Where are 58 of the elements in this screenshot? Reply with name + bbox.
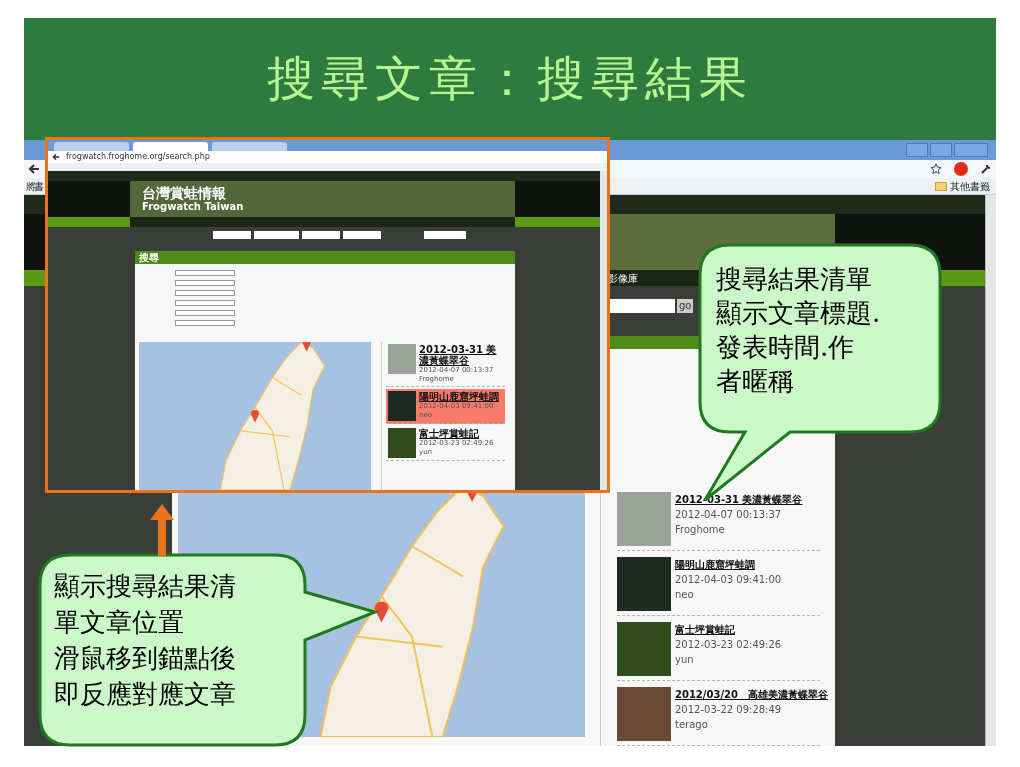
close-icon[interactable]	[954, 143, 988, 157]
article-title-link[interactable]: 富士坪賞蛙記	[419, 428, 494, 439]
dropdown[interactable]	[254, 231, 299, 239]
article-title-link[interactable]: 2012/03/20 高雄美濃黃蝶翠谷	[675, 687, 828, 702]
photo-placeholder	[388, 391, 416, 421]
wrench-icon[interactable]	[980, 163, 992, 175]
minimize-icon[interactable]	[906, 143, 928, 157]
callout-text: 搜尋結果清單 顯示文章標題. 發表時間.作 者暱稱	[716, 263, 881, 398]
photo-placeholder	[617, 622, 671, 676]
article-author: yun	[675, 653, 695, 667]
article-date: 2012-03-22 09:28:49	[675, 703, 783, 717]
round-logo-icon[interactable]	[954, 162, 968, 176]
address-bar[interactable]: frogwatch.froghome.org/search.php	[66, 152, 210, 163]
dropdown[interactable]	[302, 231, 340, 239]
article-author: Froghome	[675, 523, 726, 537]
bookmark-folder[interactable]: 其他書籤	[950, 178, 990, 194]
back-arrow-icon[interactable]	[28, 163, 40, 175]
bookmark-bar-text: 將書	[26, 179, 42, 194]
up-arrow	[150, 504, 174, 556]
browser-tab[interactable]	[212, 142, 287, 152]
search-field[interactable]	[608, 298, 675, 313]
form-field[interactable]	[175, 320, 235, 326]
photo-placeholder	[617, 687, 671, 741]
go-button[interactable]: go	[677, 298, 694, 313]
article-date: 2012-03-23 02:49:26	[675, 638, 782, 652]
callout-text: 顯示搜尋結果清 單文章位置 滑鼠移到錨點後 即反應對應文章	[54, 570, 236, 711]
panel-title: 搜尋	[139, 251, 159, 264]
scrollbar[interactable]	[985, 195, 996, 746]
photo-placeholder	[388, 344, 416, 374]
search-field[interactable]	[424, 231, 466, 239]
dropdown[interactable]	[343, 231, 381, 239]
article-title-link[interactable]: 2012-03-31 美濃黃蝶翠谷	[419, 344, 503, 366]
photo-placeholder	[388, 428, 416, 458]
article-date: 2012-04-03 09:41:00	[675, 573, 782, 587]
form-field[interactable]	[175, 290, 235, 296]
back-arrow-icon[interactable]	[52, 153, 60, 162]
folder-icon	[935, 181, 947, 191]
article-date: 2012-04-07 00:13:37	[675, 508, 783, 522]
article-author: terago	[675, 718, 709, 732]
article-title-link[interactable]: 陽明山鹿窟坪蛙調	[675, 557, 782, 572]
article-author: neo	[675, 588, 695, 602]
form-field[interactable]	[175, 310, 235, 316]
maximize-icon[interactable]	[930, 143, 952, 157]
photo-placeholder	[617, 492, 671, 546]
form-field[interactable]	[175, 300, 235, 306]
article-title-link[interactable]: 陽明山鹿窟坪蛙調	[419, 391, 499, 402]
dropdown[interactable]	[213, 231, 251, 239]
form-field[interactable]	[175, 270, 235, 276]
star-icon[interactable]	[930, 163, 942, 175]
article-title-link[interactable]: 2012-03-31 美濃黃蝶翠谷	[675, 492, 803, 507]
scrollbar[interactable]	[600, 171, 607, 490]
browser-tab[interactable]	[133, 142, 208, 152]
article-title-link[interactable]: 富士坪賞蛙記	[675, 622, 782, 637]
form-field[interactable]	[175, 280, 235, 286]
photo-placeholder	[617, 557, 671, 611]
site-subtitle: Frogwatch Taiwan	[142, 201, 245, 213]
slide-title: 搜尋文章：搜尋結果	[267, 49, 753, 108]
site-title: 台灣賞蛙情報	[142, 185, 227, 201]
